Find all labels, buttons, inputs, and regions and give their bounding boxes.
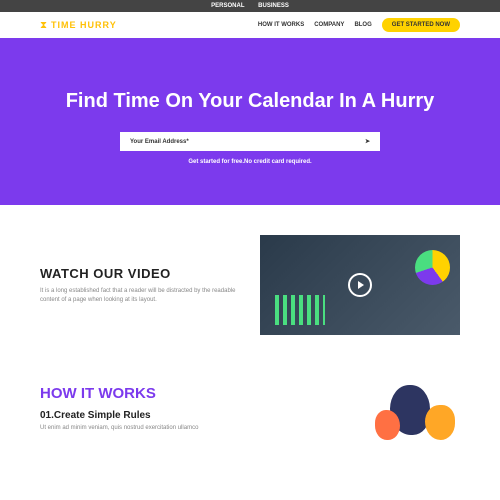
video-title: WATCH OUR VIDEO <box>40 266 240 281</box>
nav-blog[interactable]: BLOG <box>354 22 371 28</box>
get-started-button[interactable]: GET STARTED NOW <box>382 18 460 32</box>
send-icon[interactable]: ➤ <box>365 138 370 145</box>
email-placeholder: Your Email Address* <box>130 139 189 145</box>
hero-headline: Find Time On Your Calendar In A Hurry <box>40 88 460 114</box>
how-step-desc: Ut enim ad minim veniam, quis nostrud ex… <box>40 425 258 431</box>
navbar: ⧗ TIME HURRY HOW IT WORKS COMPANY BLOG G… <box>0 12 500 38</box>
play-icon[interactable] <box>348 273 372 297</box>
illustration-shape <box>425 405 455 440</box>
nav-links: HOW IT WORKS COMPANY BLOG GET STARTED NO… <box>258 18 460 32</box>
hourglass-icon: ⧗ <box>40 20 47 31</box>
hero-section: Find Time On Your Calendar In A Hurry Yo… <box>0 38 500 205</box>
video-text: WATCH OUR VIDEO It is a long established… <box>40 266 240 305</box>
email-input[interactable]: Your Email Address* ➤ <box>120 132 380 151</box>
topbar-personal[interactable]: PERSONAL <box>211 3 244 9</box>
nav-company[interactable]: COMPANY <box>314 22 344 28</box>
top-bar: PERSONAL BUSINESS <box>0 0 500 12</box>
how-it-works-section: HOW IT WORKS 01.Create Simple Rules Ut e… <box>0 365 500 465</box>
video-section: WATCH OUR VIDEO It is a long established… <box>0 205 500 365</box>
illustration-shape <box>375 410 400 440</box>
brand-name: TIME HURRY <box>51 20 117 30</box>
nav-how-it-works[interactable]: HOW IT WORKS <box>258 22 304 28</box>
video-thumbnail[interactable] <box>260 235 460 335</box>
video-desc: It is a long established fact that a rea… <box>40 287 240 305</box>
how-illustration <box>278 385 460 445</box>
logo[interactable]: ⧗ TIME HURRY <box>40 20 117 31</box>
how-text: HOW IT WORKS 01.Create Simple Rules Ut e… <box>40 385 258 445</box>
how-title: HOW IT WORKS <box>40 385 258 402</box>
topbar-business[interactable]: BUSINESS <box>258 3 289 9</box>
hero-subtext: Get started for free.No credit card requ… <box>40 159 460 165</box>
how-step-title: 01.Create Simple Rules <box>40 410 258 421</box>
